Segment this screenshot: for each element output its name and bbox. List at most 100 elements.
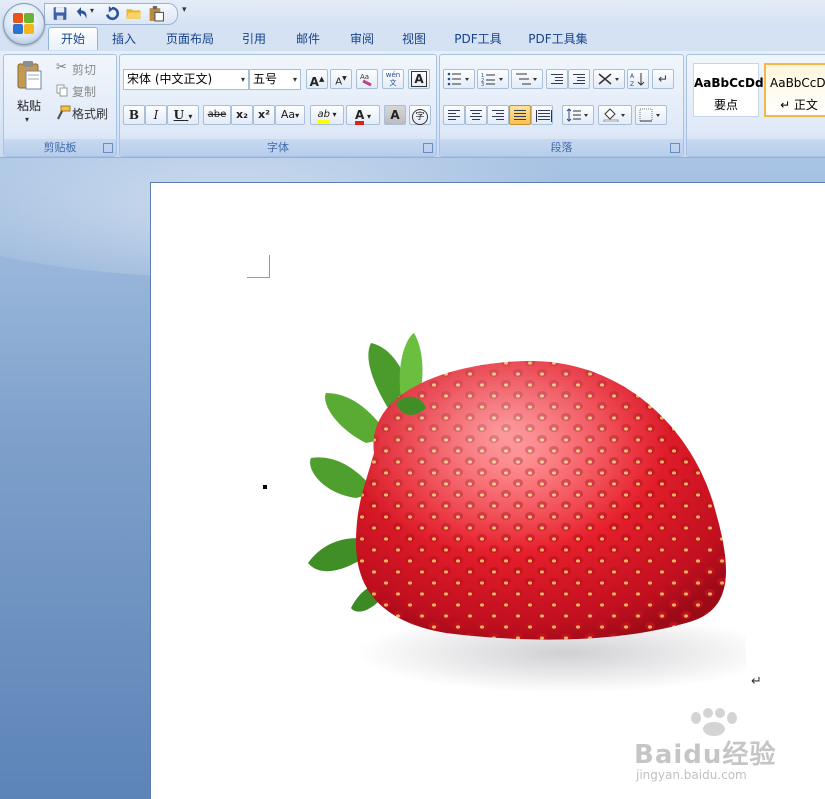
numbering-button[interactable]: 123 <box>477 69 509 89</box>
highlighter-icon: ab <box>317 109 330 124</box>
tab-view[interactable]: 视图 <box>392 28 436 50</box>
quick-access-toolbar: ▾ <box>44 3 178 25</box>
font-color-button[interactable]: A ▾ <box>346 105 380 125</box>
font-size-combo[interactable]: 五号 ▾ <box>249 69 301 90</box>
undo-dropdown-icon[interactable]: ▾ <box>90 6 94 15</box>
align-right-button[interactable] <box>487 105 509 125</box>
paste-dropdown-icon: ▾ <box>25 115 30 124</box>
font-name-value: 宋体 (中文正文) <box>127 72 213 86</box>
format-painter-button[interactable]: 格式刷 <box>54 104 114 122</box>
cut-label: 剪切 <box>72 63 97 77</box>
shrink-font-button[interactable]: A▼ <box>330 69 352 89</box>
office-logo-icon <box>13 13 35 35</box>
style-emphasis[interactable]: AaBbCcDd 要点 <box>693 63 764 117</box>
paragraph-group: 123 AZ ↵ 段落 <box>439 54 684 157</box>
document-workspace[interactable]: ↵ Baidu经验 jingyan.baidu.com <box>0 158 825 799</box>
underline-button[interactable]: U ▾ <box>167 105 199 125</box>
clipboard-dialog-launcher-icon[interactable] <box>103 143 113 153</box>
enclose-characters-button[interactable]: 字 <box>409 105 431 125</box>
style-sample-emphasis: AaBbCcDd <box>694 76 764 90</box>
borders-button[interactable] <box>635 105 667 125</box>
clipboard-group: 粘贴 ▾ ✂ 剪切 复制 格式刷 剪贴板 <box>3 54 117 157</box>
bullets-button[interactable] <box>443 69 475 89</box>
style-sample-normal: AaBbCcDd <box>770 76 825 90</box>
cut-button[interactable]: ✂ 剪切 <box>54 60 112 78</box>
tab-insert[interactable]: 插入 <box>102 28 146 50</box>
copy-button[interactable]: 复制 <box>54 82 112 100</box>
line-spacing-button[interactable] <box>562 105 594 125</box>
watermark-brand: Baidu经验 <box>634 740 777 770</box>
highlight-button[interactable]: ab ▾ <box>310 105 344 125</box>
tab-pdf-tools[interactable]: PDF工具 <box>446 28 510 50</box>
strawberry-image[interactable] <box>296 323 746 713</box>
subscript-button[interactable]: x₂ <box>231 105 253 125</box>
change-case-icon: Aa <box>280 108 296 121</box>
bold-button[interactable]: B <box>123 105 145 125</box>
styles-group-label <box>687 139 825 156</box>
decrease-indent-button[interactable] <box>546 69 568 89</box>
redo-icon[interactable] <box>103 5 121 22</box>
show-paragraph-marks-button[interactable]: ↵ <box>652 69 674 89</box>
copy-icon <box>56 84 68 97</box>
customize-toolbar-icon[interactable]: ▾ <box>182 5 187 15</box>
multilevel-list-button[interactable] <box>511 69 543 89</box>
office-button[interactable] <box>3 3 45 45</box>
distributed-button[interactable] <box>531 105 553 125</box>
style-name-normal: ↵ 正文 <box>780 98 818 112</box>
align-center-button[interactable] <box>465 105 487 125</box>
line-spacing-icon <box>566 108 588 122</box>
chinese-layout-button[interactable] <box>593 69 625 89</box>
character-border-button[interactable]: A <box>408 69 430 89</box>
tab-pdf-toolset[interactable]: PDF工具集 <box>520 28 596 50</box>
font-color-icon: A <box>354 109 365 125</box>
justify-button[interactable] <box>509 105 531 125</box>
align-right-icon <box>492 110 504 122</box>
tab-references[interactable]: 引用 <box>232 28 276 50</box>
font-dialog-launcher-icon[interactable] <box>423 143 433 153</box>
multilevel-list-icon <box>516 73 537 85</box>
sort-button[interactable]: AZ <box>627 69 649 89</box>
paste-icon[interactable] <box>147 5 165 22</box>
change-case-button[interactable]: Aa▾ <box>275 105 305 125</box>
align-center-icon <box>470 110 482 122</box>
distributed-icon <box>536 110 552 122</box>
clear-format-button[interactable]: Aa <box>356 69 378 89</box>
svg-text:Z: Z <box>630 81 634 87</box>
superscript-button[interactable]: x² <box>253 105 275 125</box>
ribbon-tabs: 开始 插入 页面布局 引用 邮件 审阅 视图 PDF工具 PDF工具集 <box>0 26 825 51</box>
title-bar: ▾ ▾ <box>0 0 825 26</box>
svg-text:3: 3 <box>481 82 484 86</box>
clear-format-icon: Aa <box>360 73 372 87</box>
style-normal[interactable]: AaBbCcDd ↵ 正文 <box>764 63 825 117</box>
bullet-list-icon <box>447 72 469 86</box>
paste-button[interactable]: 粘贴 ▾ <box>7 57 51 131</box>
undo-icon[interactable] <box>72 5 90 22</box>
open-icon[interactable] <box>125 5 143 22</box>
strikethrough-button[interactable]: abe <box>203 105 231 125</box>
tab-mailings[interactable]: 邮件 <box>286 28 330 50</box>
chinese-layout-icon <box>598 73 619 85</box>
phonetic-guide-button[interactable]: wén 文 <box>382 69 404 89</box>
save-icon[interactable] <box>51 5 69 22</box>
character-border-icon: A <box>411 71 427 87</box>
document-page[interactable]: ↵ Baidu经验 jingyan.baidu.com <box>150 182 825 799</box>
font-name-combo[interactable]: 宋体 (中文正文) ▾ <box>123 69 249 90</box>
tab-page-layout[interactable]: 页面布局 <box>158 28 222 50</box>
align-left-button[interactable] <box>443 105 465 125</box>
svg-text:Aa: Aa <box>360 73 369 81</box>
character-shading-button[interactable]: A <box>384 105 406 125</box>
paragraph-group-label: 段落 <box>440 139 683 156</box>
grow-font-icon: A <box>309 75 319 89</box>
increase-indent-icon <box>573 74 585 86</box>
paragraph-dialog-launcher-icon[interactable] <box>670 143 680 153</box>
italic-button[interactable]: I <box>145 105 167 125</box>
grow-font-button[interactable]: A▲ <box>306 69 328 89</box>
tab-review[interactable]: 审阅 <box>340 28 384 50</box>
shading-button[interactable] <box>598 105 632 125</box>
tab-home[interactable]: 开始 <box>48 27 98 50</box>
borders-icon <box>639 108 660 122</box>
increase-indent-button[interactable] <box>568 69 590 89</box>
text-cursor-marker <box>263 485 267 489</box>
paste-label: 粘贴 <box>16 99 41 113</box>
style-name-emphasis: 要点 <box>713 98 738 112</box>
